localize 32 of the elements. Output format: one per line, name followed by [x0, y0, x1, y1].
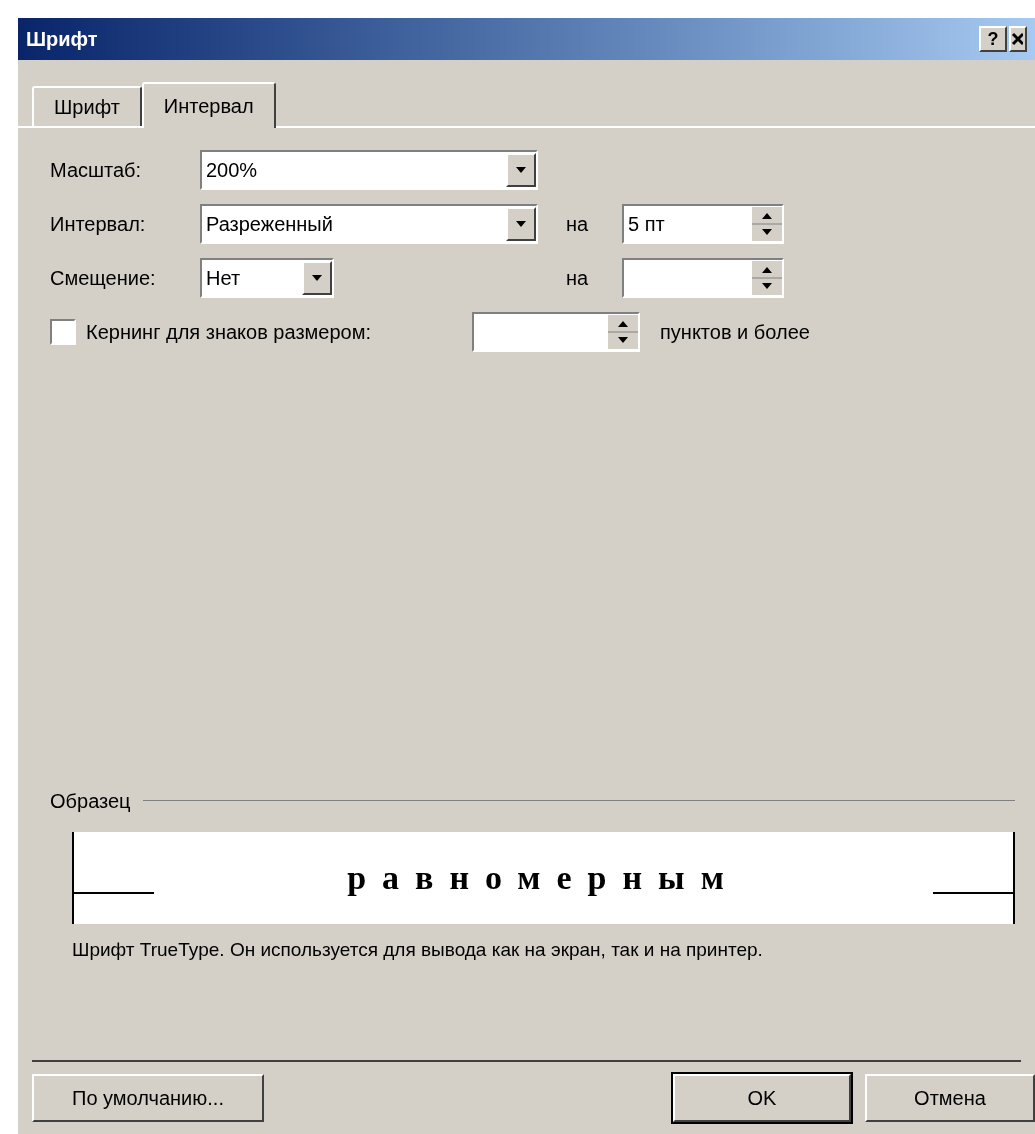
tab[interactable]: Шрифт: [32, 86, 142, 126]
field-label: Интервал:: [50, 212, 147, 237]
dialog-button[interactable]: Отмена: [865, 1074, 1035, 1122]
kerning-checkbox[interactable]: [50, 319, 76, 345]
field-label: на: [566, 212, 590, 237]
help-button[interactable]: ?: [979, 26, 1007, 52]
position-field[interactable]: [622, 258, 784, 298]
close-icon: [1011, 32, 1023, 46]
dropdown-arrow-icon: [311, 274, 323, 282]
dropdown-arrow-icon: [515, 220, 527, 228]
tab[interactable]: Интервал: [141, 82, 276, 128]
field-label: Кернинг для знаков размером:: [86, 320, 372, 345]
position-dropdown[interactable]: Нет: [200, 258, 334, 298]
scale-dropdown[interactable]: 200%: [200, 150, 538, 190]
dropdown-arrow-icon: [515, 166, 527, 174]
field-label: Смещение:: [50, 266, 157, 291]
field-label: на: [566, 266, 590, 291]
group-label: Образец: [50, 788, 131, 814]
spacing-dropdown[interactable]: Разреженный: [200, 204, 538, 244]
dialog-button[interactable]: OK: [673, 1074, 851, 1122]
font-description: Шрифт TrueType. Он используется для вывода как на экран, так и на принтер.: [72, 937, 764, 962]
field-label: пунктов и более: [660, 320, 810, 345]
spacing-field[interactable]: 5 пт: [622, 204, 784, 244]
kerning-field[interactable]: [472, 312, 640, 352]
spin-arrows-icon: [752, 207, 782, 241]
spin-arrows-icon: [752, 261, 782, 295]
field-label: Масштаб:: [50, 158, 143, 183]
sample-text: равномерным: [346, 858, 741, 898]
dialog-button[interactable]: По умолчанию...: [32, 1074, 264, 1122]
close-button[interactable]: [1009, 26, 1027, 52]
window-title: Шрифт: [26, 27, 99, 52]
spin-arrows-icon: [608, 315, 638, 349]
